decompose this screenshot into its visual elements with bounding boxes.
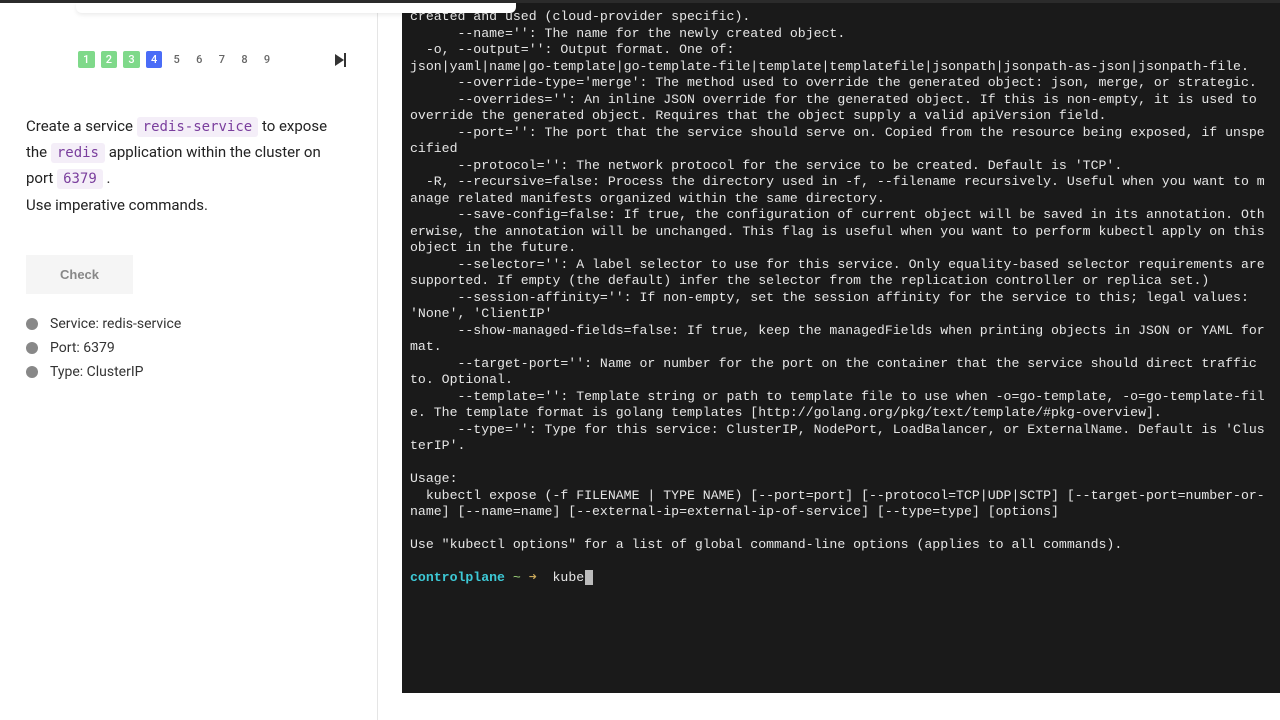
bullet-icon [26,342,38,354]
step-8[interactable]: 8 [236,51,253,68]
skip-forward-icon[interactable] [335,52,351,68]
instr-line-2: Use imperative commands. [26,193,351,219]
instruction-panel: 1 2 3 4 5 6 7 8 9 Create a service redis… [0,3,378,720]
prompt-host: controlplane [410,570,505,585]
cursor-icon [585,570,593,585]
step-9[interactable]: 9 [259,51,276,68]
step-navigation: 1 2 3 4 5 6 7 8 9 [78,51,351,68]
step-7[interactable]: 7 [214,51,231,68]
tab-shadow [76,3,516,13]
terminal[interactable]: created and used (cloud-provider specifi… [402,3,1280,693]
check-label: Type: ClusterIP [50,364,143,380]
instr-text: . [103,169,111,187]
step-3[interactable]: 3 [123,51,140,68]
step-1[interactable]: 1 [78,51,95,68]
prompt-path: ~ [513,570,521,585]
bullet-icon [26,318,38,330]
bullet-icon [26,366,38,378]
task-instructions: Create a service redis-service to expose… [26,114,351,219]
check-item-type: Type: ClusterIP [26,364,351,380]
step-5[interactable]: 5 [168,51,185,68]
check-list: Service: redis-service Port: 6379 Type: … [26,316,351,380]
check-item-port: Port: 6379 [26,340,351,356]
step-2[interactable]: 2 [101,51,118,68]
code-app-name: redis [51,143,105,163]
step-6[interactable]: 6 [191,51,208,68]
check-label: Service: redis-service [50,316,181,332]
instr-text: Create a service [26,117,137,135]
code-service-name: redis-service [137,117,259,137]
prompt-arrow-icon: ➜ [529,570,537,585]
check-item-service: Service: redis-service [26,316,351,332]
code-port: 6379 [57,169,103,189]
terminal-input[interactable]: kube [553,570,585,585]
check-button[interactable]: Check [26,255,133,294]
terminal-output: created and used (cloud-provider specifi… [410,9,1273,552]
check-label: Port: 6379 [50,340,115,356]
step-4[interactable]: 4 [146,51,163,68]
